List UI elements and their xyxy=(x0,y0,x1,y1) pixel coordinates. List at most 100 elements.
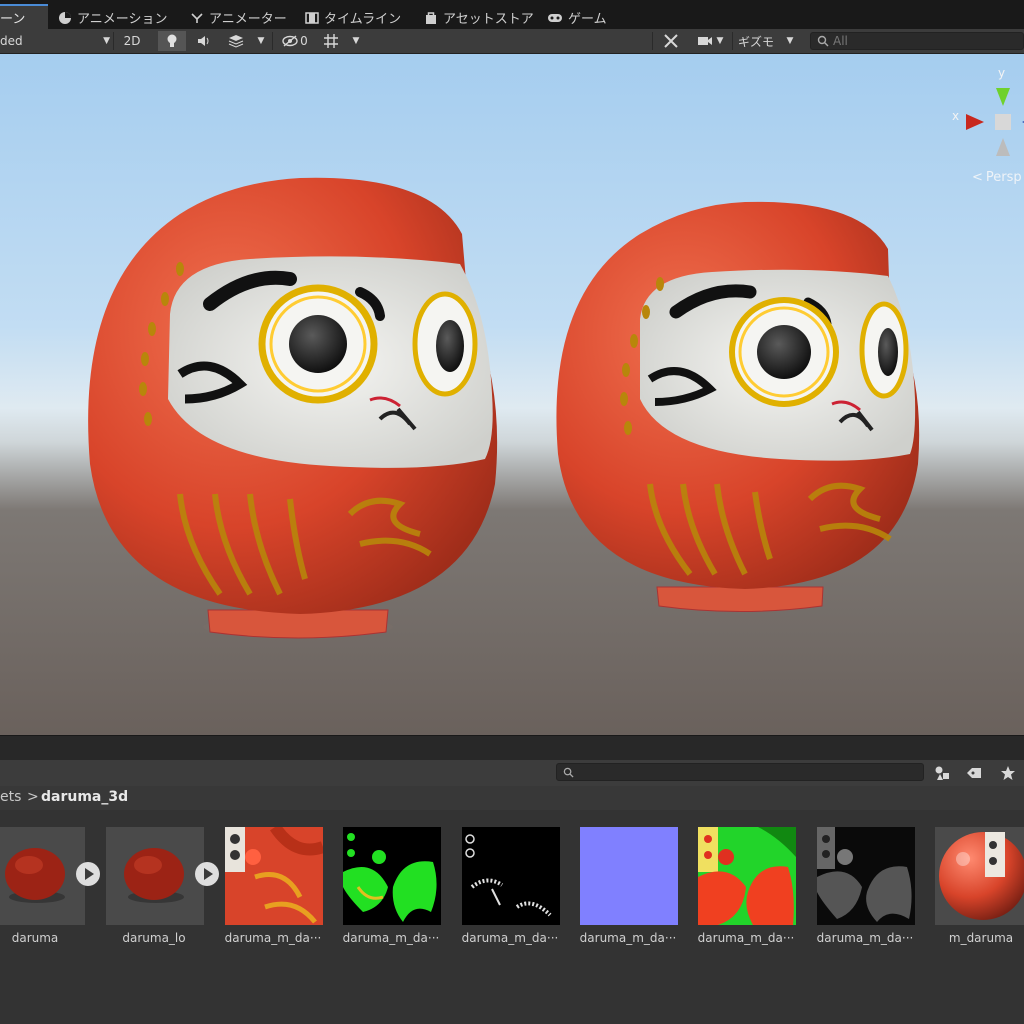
chevron-down-icon: ▼ xyxy=(786,36,794,46)
daruma-left-model[interactable] xyxy=(88,177,498,639)
asset-store-icon xyxy=(426,11,436,24)
asset-label: daruma_lo xyxy=(122,931,186,945)
tab-animation-label: アニメーション xyxy=(77,12,168,27)
tab-animator[interactable]: アニメーター xyxy=(190,6,287,29)
asset-thumbnail-albedo-texture[interactable] xyxy=(225,827,323,925)
grid-icon xyxy=(324,34,338,48)
tab-scene-label: ーン xyxy=(0,12,26,27)
tab-timeline[interactable]: タイムライン xyxy=(305,6,401,29)
scene-viewport[interactable]: y x < Persp xyxy=(0,54,1024,735)
project-toolbar xyxy=(0,760,1024,786)
hidden-count: 0 xyxy=(300,34,308,48)
filter-by-type-button[interactable] xyxy=(930,763,954,783)
asset-label: daruma_m_da··· xyxy=(697,931,795,945)
orientation-gizmo[interactable] xyxy=(966,88,1024,156)
asset-thumbnail-daruma-lo[interactable] xyxy=(106,827,204,925)
divider xyxy=(113,32,114,50)
asset-thumbnail-daruma[interactable] xyxy=(0,827,85,925)
tab-scene[interactable]: ーン xyxy=(0,4,48,29)
camera-icon xyxy=(697,37,712,45)
breadcrumb-current[interactable]: daruma_3d xyxy=(41,789,128,805)
lighting-toggle-button[interactable] xyxy=(158,31,186,51)
gizmos-label: ギズモ xyxy=(737,34,774,49)
scene-render xyxy=(88,88,1024,639)
project-search-input[interactable] xyxy=(556,763,924,781)
chevron-down-icon: ▼ xyxy=(257,36,265,46)
tools-icon xyxy=(664,34,678,48)
lightbulb-icon xyxy=(167,34,177,47)
tab-game[interactable]: ゲーム xyxy=(547,6,607,29)
breadcrumb: ets > daruma_3d xyxy=(0,786,1024,810)
scene-search-field[interactable]: All xyxy=(810,32,1024,50)
chevron-left-icon: < xyxy=(972,170,983,185)
gizmo-y-label: y xyxy=(998,66,1006,80)
animation-icon xyxy=(59,11,71,24)
eye-hidden-icon xyxy=(282,35,298,47)
asset-thumbnail-mask-texture[interactable] xyxy=(462,827,560,925)
daruma-right-model[interactable] xyxy=(556,201,920,613)
asset-label: daruma_m_da··· xyxy=(816,931,914,945)
projection-label: Persp xyxy=(985,170,1022,185)
shading-mode-label: ded xyxy=(0,34,23,48)
speaker-icon xyxy=(198,36,209,46)
layers-icon xyxy=(228,35,244,48)
asset-label: daruma xyxy=(11,931,59,945)
grid-toggle-button[interactable] xyxy=(318,31,344,51)
shapes-icon xyxy=(935,766,949,780)
search-icon xyxy=(817,35,829,47)
tab-animator-label: アニメーター xyxy=(209,12,287,27)
breadcrumb-parent[interactable]: ets xyxy=(0,789,21,805)
breadcrumb-separator: > xyxy=(27,789,39,805)
camera-dropdown[interactable]: ▼ xyxy=(690,31,730,51)
gizmos-button[interactable]: ギズモ xyxy=(735,31,777,51)
editor-tab-bar: ーン アニメーション アニメーター タイムライン アセットストア ゲーム xyxy=(0,0,1024,29)
effects-dropdown[interactable]: ▼ xyxy=(252,31,270,51)
scene-toolbar: ded ▼ 2D ▼ 0 ▼ ▼ ギズモ ▼ All xyxy=(0,29,1024,54)
gizmos-dropdown[interactable]: ▼ xyxy=(780,31,800,51)
asset-label: daruma_m_da··· xyxy=(224,931,322,945)
divider xyxy=(652,32,653,50)
favorites-button[interactable] xyxy=(996,763,1020,783)
search-placeholder: All xyxy=(833,34,848,48)
search-icon xyxy=(563,767,574,778)
tab-game-label: ゲーム xyxy=(568,12,607,27)
asset-thumbnail-mask-texture[interactable] xyxy=(343,827,441,925)
tag-icon xyxy=(967,768,981,778)
tab-timeline-label: タイムライン xyxy=(324,12,402,27)
game-icon xyxy=(548,13,562,22)
hidden-objects-toggle[interactable]: 0 xyxy=(278,31,312,51)
grid-dropdown[interactable]: ▼ xyxy=(346,31,366,51)
expand-asset-button[interactable] xyxy=(195,862,219,886)
tab-asset-store-label: アセットストア xyxy=(443,12,534,27)
animator-icon xyxy=(191,12,203,23)
chevron-down-icon: ▼ xyxy=(103,36,110,46)
tab-asset-store[interactable]: アセットストア xyxy=(424,6,534,29)
2d-toggle-label: 2D xyxy=(123,34,141,48)
tab-animation[interactable]: アニメーション xyxy=(58,6,167,29)
asset-thumbnail-roughness-texture[interactable] xyxy=(817,827,915,925)
audio-toggle-button[interactable] xyxy=(190,31,218,51)
timeline-icon xyxy=(305,11,319,24)
projection-toggle[interactable]: < Persp xyxy=(972,170,1022,185)
effects-toggle-button[interactable] xyxy=(222,31,250,51)
asset-label: daruma_m_da··· xyxy=(579,931,677,945)
project-panel-header xyxy=(0,736,1024,760)
asset-label: m_daruma xyxy=(948,931,1014,945)
chevron-down-icon: ▼ xyxy=(716,36,724,46)
asset-thumbnail-normal-texture[interactable] xyxy=(580,827,678,925)
chevron-down-icon: ▼ xyxy=(352,36,360,46)
divider xyxy=(272,32,273,50)
gizmo-x-label: x xyxy=(952,109,960,123)
divider xyxy=(732,32,733,50)
filter-by-label-button[interactable] xyxy=(962,763,986,783)
asset-thumbnail-material[interactable] xyxy=(935,827,1024,925)
tools-button[interactable] xyxy=(658,31,684,51)
expand-asset-button[interactable] xyxy=(76,862,100,886)
2d-toggle-button[interactable]: 2D xyxy=(118,31,146,51)
star-icon xyxy=(1001,766,1015,780)
asset-grid: daruma daruma_lo daruma_m_da··· daruma_m… xyxy=(0,810,1024,1024)
asset-label: daruma_m_da··· xyxy=(461,931,559,945)
asset-thumbnail-mask-texture[interactable] xyxy=(698,827,796,925)
asset-label: daruma_m_da··· xyxy=(342,931,440,945)
shading-mode-dropdown[interactable]: ded ▼ xyxy=(0,31,116,51)
